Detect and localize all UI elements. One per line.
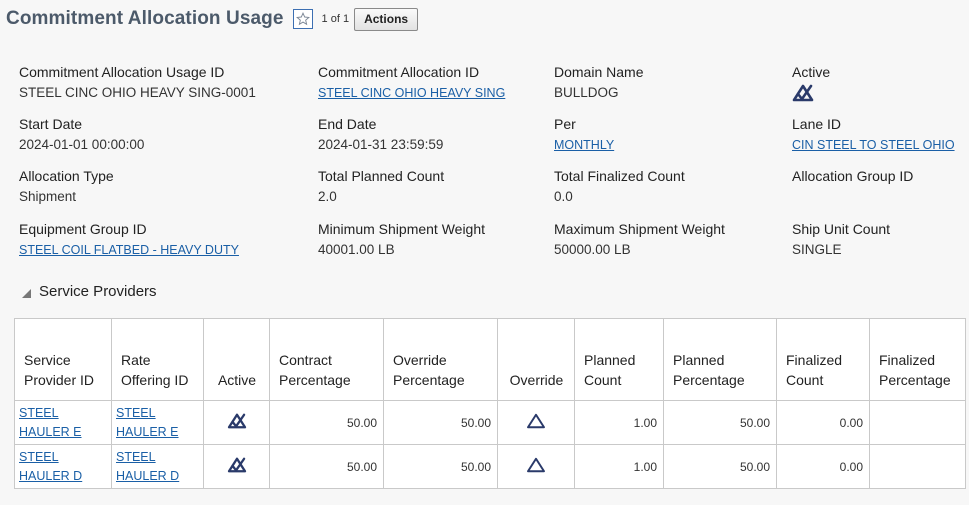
field-label: Per (554, 116, 576, 132)
field-label: Active (792, 64, 831, 80)
rate-offering-link[interactable]: STEEL HAULER E (116, 404, 199, 442)
contract-percentage-cell: 50.00 (269, 444, 384, 489)
planned-count-cell: 1.00 (574, 400, 664, 445)
finalized-percentage-cell (869, 444, 966, 489)
actions-button[interactable]: Actions (354, 7, 419, 31)
field-label: Lane ID (792, 116, 842, 132)
field-label: Total Planned Count (318, 168, 445, 184)
table-header-row: Service Provider ID Rate Offering ID Act… (14, 318, 966, 401)
service-providers-section-toggle[interactable]: Service Providers (22, 283, 157, 300)
checkmark-active-icon (227, 457, 246, 473)
field-value: STEEL CINC OHIO HEAVY SING-0001 (19, 85, 256, 100)
service-providers-table: Service Provider ID Rate Offering ID Act… (14, 318, 966, 489)
field-label: Domain Name (554, 64, 644, 80)
field-usage-id: Commitment Allocation Usage ID STEEL CIN… (19, 63, 256, 101)
override-cell (497, 444, 575, 489)
provider-cell: STEEL HAULER D (14, 444, 112, 489)
field-label: Equipment Group ID (19, 221, 147, 237)
finalized-count-cell: 0.00 (776, 400, 870, 445)
finalized-percentage-cell (869, 400, 966, 445)
field-equipment-group: Equipment Group ID STEEL COIL FLATBED - … (19, 220, 239, 258)
field-label: Commitment Allocation Usage ID (19, 64, 225, 80)
field-label: Maximum Shipment Weight (554, 221, 725, 237)
triangle-icon (527, 413, 545, 429)
column-header[interactable]: Contract Percentage (269, 318, 384, 401)
provider-link[interactable]: STEEL HAULER D (19, 448, 107, 486)
planned-percentage-cell: 50.00 (663, 444, 777, 489)
column-header[interactable]: Rate Offering ID (111, 318, 204, 401)
planned-percentage-cell: 50.00 (663, 400, 777, 445)
provider-cell: STEEL HAULER E (14, 400, 112, 445)
page-count: 1 of 1 (321, 13, 350, 25)
checkmark-active-icon (792, 84, 814, 102)
field-label: Start Date (19, 116, 83, 132)
field-allocation-type: Allocation Type Shipment (19, 167, 114, 205)
lane-id-link[interactable]: CIN STEEL TO STEEL OHIO (792, 137, 955, 153)
equipment-group-link[interactable]: STEEL COIL FLATBED - HEAVY DUTY (19, 242, 239, 258)
field-lane-id: Lane ID CIN STEEL TO STEEL OHIO (792, 115, 955, 153)
field-label: Allocation Group ID (792, 168, 914, 184)
column-header[interactable]: Planned Percentage (663, 318, 777, 401)
field-min-weight: Minimum Shipment Weight 40001.00 LB (318, 220, 485, 258)
finalized-count-cell: 0.00 (776, 444, 870, 489)
field-total-planned: Total Planned Count 2.0 (318, 167, 444, 205)
column-header[interactable]: Override Percentage (383, 318, 498, 401)
column-header[interactable]: Active (203, 318, 270, 401)
field-per: Per MONTHLY (554, 115, 614, 153)
per-link[interactable]: MONTHLY (554, 137, 614, 153)
field-value: BULLDOG (554, 85, 619, 100)
checkmark-active-icon (227, 413, 246, 429)
field-domain-name: Domain Name BULLDOG (554, 63, 643, 101)
field-label: Total Finalized Count (554, 168, 685, 184)
section-title: Service Providers (39, 283, 157, 300)
field-max-weight: Maximum Shipment Weight 50000.00 LB (554, 220, 725, 258)
field-value: 0.0 (554, 189, 573, 204)
provider-link[interactable]: STEEL HAULER E (19, 404, 107, 442)
field-active: Active (792, 63, 830, 106)
star-icon (295, 12, 310, 26)
rate-offering-link[interactable]: STEEL HAULER D (116, 448, 199, 486)
table-row: STEEL HAULER E STEEL HAULER E 50.00 50.0… (14, 400, 966, 445)
allocation-id-link[interactable]: STEEL CINC OHIO HEAVY SING (318, 85, 505, 101)
field-label: Ship Unit Count (792, 221, 891, 237)
override-cell (497, 400, 575, 445)
favorite-button[interactable] (292, 9, 313, 29)
active-cell (203, 444, 270, 489)
active-cell (203, 400, 270, 445)
field-value: 2024-01-31 23:59:59 (318, 137, 444, 152)
field-total-finalized: Total Finalized Count 0.0 (554, 167, 685, 205)
override-percentage-cell: 50.00 (383, 444, 498, 489)
collapse-triangle-icon (22, 289, 31, 298)
override-percentage-cell: 50.00 (383, 400, 498, 445)
field-start-date: Start Date 2024-01-01 00:00:00 (19, 115, 144, 153)
field-label: Commitment Allocation ID (318, 64, 480, 80)
rate-offering-cell: STEEL HAULER D (111, 444, 204, 489)
field-label: Minimum Shipment Weight (318, 221, 486, 237)
field-value: 50000.00 LB (554, 242, 631, 257)
table-row: STEEL HAULER D STEEL HAULER D 50.00 50.0… (14, 444, 966, 489)
triangle-icon (527, 457, 545, 473)
column-header[interactable]: Override (497, 318, 575, 401)
field-value: 2.0 (318, 189, 337, 204)
planned-count-cell: 1.00 (574, 444, 664, 489)
field-value: 40001.00 LB (318, 242, 395, 257)
field-value: 2024-01-01 00:00:00 (19, 137, 145, 152)
page-title: Commitment Allocation Usage (6, 8, 284, 29)
field-value: SINGLE (792, 242, 842, 257)
page-header: Commitment Allocation Usage 1 of 1 Actio… (6, 4, 419, 34)
column-header[interactable]: Finalized Percentage (869, 318, 966, 401)
contract-percentage-cell: 50.00 (269, 400, 384, 445)
field-allocation-id: Commitment Allocation ID STEEL CINC OHIO… (318, 63, 505, 101)
field-allocation-group: Allocation Group ID (792, 167, 913, 189)
rate-offering-cell: STEEL HAULER E (111, 400, 204, 445)
field-value: Shipment (19, 189, 77, 204)
column-header[interactable]: Planned Count (574, 318, 664, 401)
column-header[interactable]: Service Provider ID (14, 318, 112, 401)
column-header[interactable]: Finalized Count (776, 318, 870, 401)
field-ship-unit: Ship Unit Count SINGLE (792, 220, 890, 258)
field-label: Allocation Type (19, 168, 114, 184)
field-end-date: End Date 2024-01-31 23:59:59 (318, 115, 443, 153)
field-value (792, 84, 830, 106)
field-label: End Date (318, 116, 377, 132)
